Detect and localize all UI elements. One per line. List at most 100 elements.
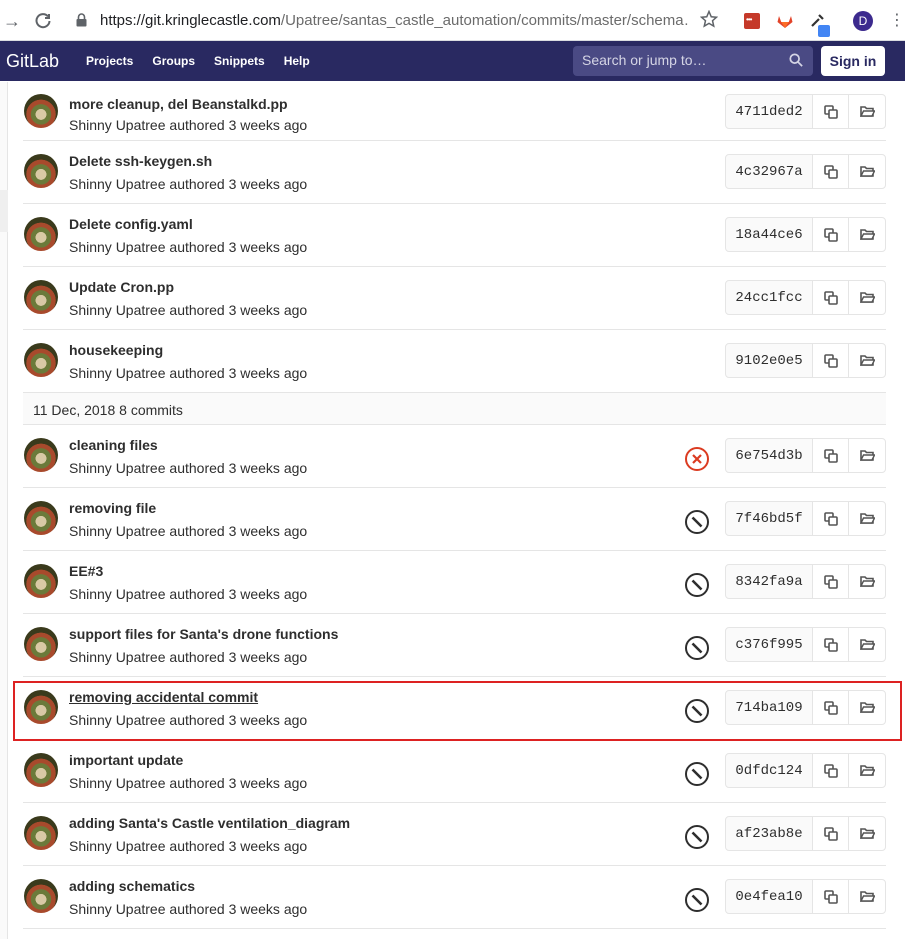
copy-sha-button[interactable] xyxy=(812,280,849,315)
browse-files-button[interactable] xyxy=(848,343,886,378)
copy-sha-button[interactable] xyxy=(812,94,849,129)
pipeline-skipped-icon[interactable] xyxy=(684,698,710,724)
author-avatar[interactable] xyxy=(24,816,58,850)
commit-author[interactable]: Shinny Upatree xyxy=(69,523,166,539)
reload-icon[interactable] xyxy=(31,9,55,33)
commit-title[interactable]: Delete config.yaml xyxy=(69,216,193,232)
commit-sha[interactable]: 24cc1fcc xyxy=(725,280,813,315)
commit-title[interactable]: adding schematics xyxy=(69,878,195,894)
search-input[interactable]: Search or jump to… xyxy=(573,46,813,76)
commit-sha[interactable]: 6e754d3b xyxy=(725,438,813,473)
author-avatar[interactable] xyxy=(24,343,58,377)
commit-title[interactable]: adding Santa's Castle ventilation_diagra… xyxy=(69,815,350,831)
author-avatar[interactable] xyxy=(24,627,58,661)
commit-sha[interactable]: 8342fa9a xyxy=(725,564,813,599)
browse-files-button[interactable] xyxy=(848,627,886,662)
author-avatar[interactable] xyxy=(24,753,58,787)
commit-author[interactable]: Shinny Upatree xyxy=(69,901,166,917)
browse-files-button[interactable] xyxy=(848,690,886,725)
nav-snippets[interactable]: Snippets xyxy=(214,54,265,68)
address-bar[interactable]: https://git.kringlecastle.com/Upatree/sa… xyxy=(100,12,690,29)
author-avatar[interactable] xyxy=(24,879,58,913)
browse-files-button[interactable] xyxy=(848,280,886,315)
commit-author[interactable]: Shinny Upatree xyxy=(69,117,166,133)
commit-sha[interactable]: 4711ded2 xyxy=(725,94,813,129)
copy-sha-button[interactable] xyxy=(812,879,849,914)
commit-author[interactable]: Shinny Upatree xyxy=(69,302,166,318)
pipeline-failed-icon[interactable] xyxy=(684,446,710,472)
copy-sha-button[interactable] xyxy=(812,564,849,599)
forward-icon[interactable]: → xyxy=(0,9,24,33)
commit-author[interactable]: Shinny Upatree xyxy=(69,365,166,381)
commit-title[interactable]: EE#3 xyxy=(69,563,103,579)
copy-sha-button[interactable] xyxy=(812,343,849,378)
commit-author[interactable]: Shinny Upatree xyxy=(69,712,166,728)
browse-files-button[interactable] xyxy=(848,154,886,189)
browse-files-button[interactable] xyxy=(848,564,886,599)
browse-files-button[interactable] xyxy=(848,438,886,473)
commit-author[interactable]: Shinny Upatree xyxy=(69,586,166,602)
commit-sha[interactable]: 18a44ce6 xyxy=(725,217,813,252)
commit-sha[interactable]: 9102e0e5 xyxy=(725,343,813,378)
commit-author[interactable]: Shinny Upatree xyxy=(69,649,166,665)
author-avatar[interactable] xyxy=(24,217,58,251)
commit-title[interactable]: Update Cron.pp xyxy=(69,279,174,295)
pipeline-skipped-icon[interactable] xyxy=(684,509,710,535)
copy-sha-button[interactable] xyxy=(812,501,849,536)
copy-sha-button[interactable] xyxy=(812,627,849,662)
gitlab-logo[interactable]: GitLab xyxy=(6,51,59,72)
nav-groups[interactable]: Groups xyxy=(152,54,195,68)
commit-author[interactable]: Shinny Upatree xyxy=(69,460,166,476)
gitlab-extension-icon[interactable] xyxy=(776,12,794,34)
author-avatar[interactable] xyxy=(24,280,58,314)
bookmark-star-icon[interactable] xyxy=(699,9,719,33)
author-avatar[interactable] xyxy=(24,501,58,535)
commit-title[interactable]: removing file xyxy=(69,500,156,516)
copy-sha-button[interactable] xyxy=(812,217,849,252)
copy-sha-button[interactable] xyxy=(812,816,849,851)
commit-title[interactable]: more cleanup, del Beanstalkd.pp xyxy=(69,96,288,112)
pipeline-skipped-icon[interactable] xyxy=(684,572,710,598)
pipeline-skipped-icon[interactable] xyxy=(684,824,710,850)
commit-sha[interactable]: 4c32967a xyxy=(725,154,813,189)
commit-sha[interactable]: c376f995 xyxy=(725,627,813,662)
browse-files-button[interactable] xyxy=(848,217,886,252)
commit-author[interactable]: Shinny Upatree xyxy=(69,176,166,192)
browser-menu-icon[interactable]: ⋮ xyxy=(889,11,905,31)
commit-title[interactable]: support files for Santa's drone function… xyxy=(69,626,338,642)
pipeline-skipped-icon[interactable] xyxy=(684,635,710,661)
copy-sha-button[interactable] xyxy=(812,753,849,788)
author-avatar[interactable] xyxy=(24,690,58,724)
commit-author[interactable]: Shinny Upatree xyxy=(69,775,166,791)
author-avatar[interactable] xyxy=(24,438,58,472)
pipeline-skipped-icon[interactable] xyxy=(684,761,710,787)
copy-sha-button[interactable] xyxy=(812,438,849,473)
lock-icon[interactable] xyxy=(76,13,87,32)
browse-files-button[interactable] xyxy=(848,879,886,914)
copy-sha-button[interactable] xyxy=(812,690,849,725)
pipeline-skipped-icon[interactable] xyxy=(684,887,710,913)
commit-sha[interactable]: af23ab8e xyxy=(725,816,813,851)
commit-sha[interactable]: 0dfdc124 xyxy=(725,753,813,788)
commit-title[interactable]: removing accidental commit xyxy=(69,689,258,705)
nav-help[interactable]: Help xyxy=(284,54,310,68)
commit-title[interactable]: housekeeping xyxy=(69,342,163,358)
sign-in-button[interactable]: Sign in xyxy=(821,46,885,76)
browse-files-button[interactable] xyxy=(848,753,886,788)
commit-sha[interactable]: 0e4fea10 xyxy=(725,879,813,914)
commit-title[interactable]: Delete ssh-keygen.sh xyxy=(69,153,212,169)
extension-icon[interactable] xyxy=(744,13,760,29)
profile-avatar[interactable]: D xyxy=(853,11,873,31)
copy-sha-button[interactable] xyxy=(812,154,849,189)
browse-files-button[interactable] xyxy=(848,501,886,536)
commit-sha[interactable]: 7f46bd5f xyxy=(725,501,813,536)
commit-author[interactable]: Shinny Upatree xyxy=(69,239,166,255)
browse-files-button[interactable] xyxy=(848,94,886,129)
nav-projects[interactable]: Projects xyxy=(86,54,133,68)
commit-sha[interactable]: 714ba109 xyxy=(725,690,813,725)
commit-title[interactable]: cleaning files xyxy=(69,437,158,453)
browse-files-button[interactable] xyxy=(848,816,886,851)
author-avatar[interactable] xyxy=(24,564,58,598)
commit-author[interactable]: Shinny Upatree xyxy=(69,838,166,854)
author-avatar[interactable] xyxy=(24,154,58,188)
